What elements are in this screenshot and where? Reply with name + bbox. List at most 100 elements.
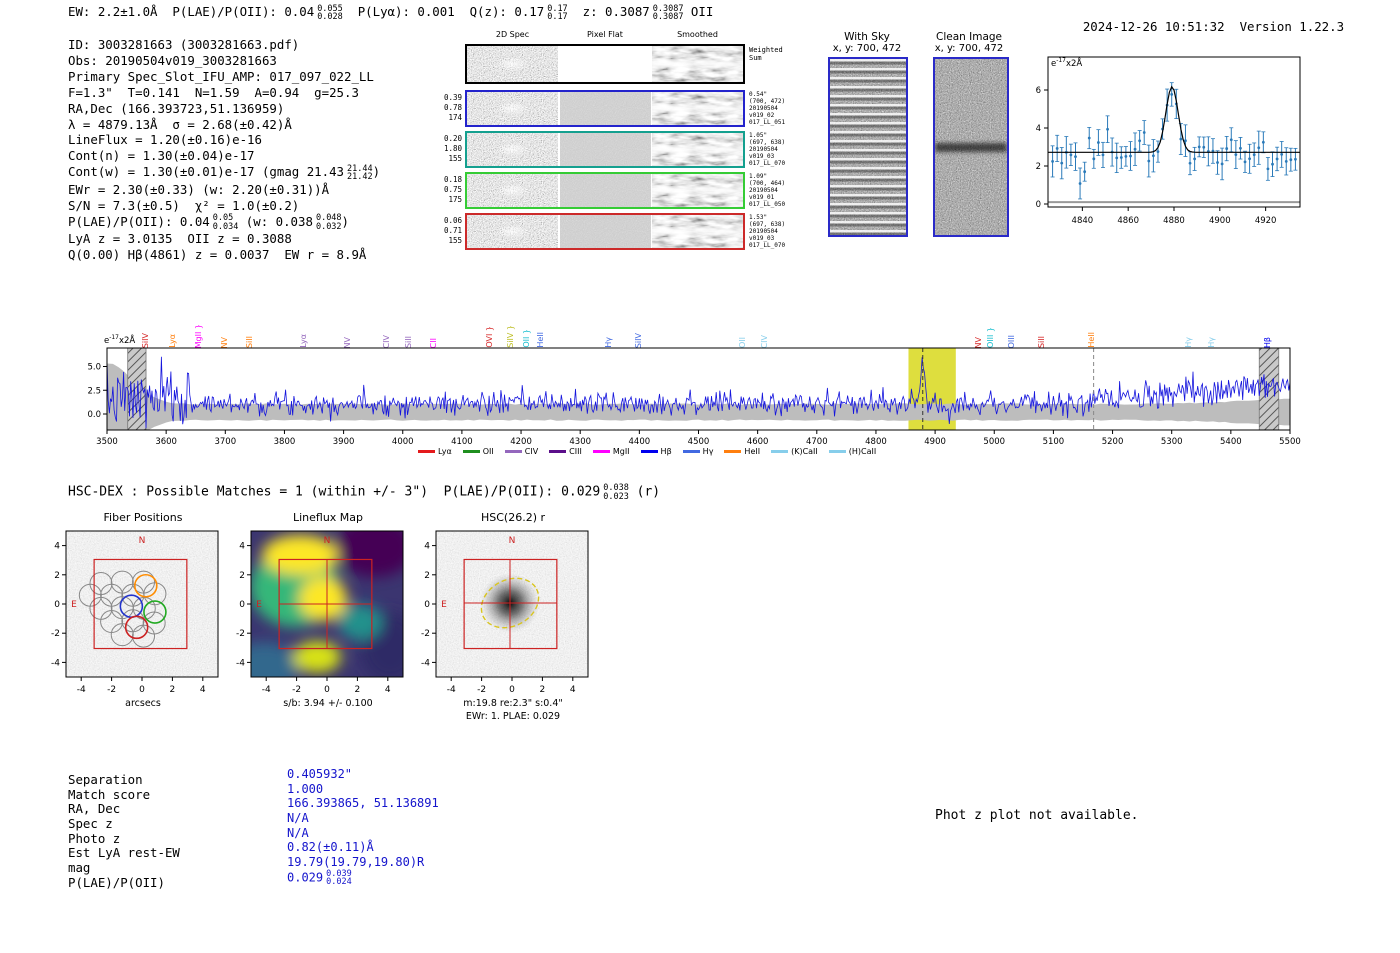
spec2d-strip-smooth [652,46,743,82]
match-row-label: P(LAE)/P(OII) [68,874,165,890]
legend-label: Lyα [438,447,452,456]
signal-blob [496,57,529,71]
match-row-value: 0.82(±0.11)Å [287,840,439,855]
spec2d-weighted-row [465,44,745,84]
x-tick-label: 4800 [865,437,887,447]
y-tick-label: 4 [239,542,245,552]
data-point [1170,93,1174,96]
fiber-info-line: 017_LL_070 [749,160,786,167]
spec2d-strip-flat [559,215,651,248]
clean-image [933,57,1009,237]
spec2d-strip-white [559,46,651,82]
fiber-info-line: v019_03 [749,153,775,160]
fiber-info-line: v019_01 [749,194,775,201]
stacked-uncertainty: 0.05 0.034 [213,214,239,231]
fiber-info-line: 20190504 [749,228,778,235]
spec2d-right-label: 1.09" (700, 464) 20190504 v019_01 017_LL_050 [749,173,785,208]
x-tick-label: 4600 [747,437,769,447]
data-point [1234,153,1238,157]
x-tick-label: 4200 [510,437,532,447]
band-overlay [652,56,743,72]
fiber-weight-line: 155 [448,154,462,163]
uncertainty-lo: 0.034 [212,221,239,232]
text-segment: N/A [287,825,309,840]
fiber-info-line: 017_LL_070 [749,242,786,249]
y-tick-label: 2.5 [87,386,101,396]
match-row-value: 1.000 [287,782,439,797]
x-tick-label: -2 [477,685,486,695]
weighted-label-line: Weighted [749,46,783,54]
legend-swatch [462,450,480,453]
match-row-value: N/A [287,811,439,826]
lineflux-blob [299,577,347,621]
lineflux-blob [293,641,341,673]
clean-image-coords: x, y: 700, 472 [934,43,1004,54]
spec2d-strip-smooth [652,174,743,207]
version-label: Version 1.22.3 [1239,19,1345,34]
x-tick-label: 4700 [806,437,828,447]
y-tick-label: 6 [1036,86,1041,96]
fiber-weight-line: 0.39 [443,93,462,102]
lineflux-blob [338,604,382,640]
text-segment: LineFlux = 1.20(±0.16)e-16 [68,132,262,148]
text-segment: (w: 0.038 [238,213,313,229]
data-point [1115,156,1119,160]
text-segment: OII [683,4,714,19]
north-label: N [324,536,331,546]
data-point [1280,153,1284,156]
uncertainty-lo: 21.42 [347,172,373,183]
weighted-label-line: Sum [749,54,762,62]
match-row-label: Separation [68,772,143,787]
y-tick-label: -4 [236,658,245,668]
lineflux-map-plot: N E 4 2 0 -2 -4 -4 -2 0 2 4 [236,530,404,695]
uncertainty-lo: 0.032 [315,221,342,232]
y-tick-label: 0 [1036,200,1041,210]
spec2d-strip-flat [559,92,651,125]
text-segment: λ = 4879.13Å σ = 2.68(±0.42)Å [68,116,292,132]
spec2d-right-label: 1.05" (697, 638) 20190504 v019_03 017_LL_070 [749,132,785,167]
line-fit-plot: 4840 4860 4880 4900 4920 0 2 4 6 [1036,56,1301,226]
data-point [1097,141,1100,144]
x-tick-label: 4900 [924,437,946,447]
spec2d-strip-spec [467,46,558,82]
fiber-info-line: v019_03 [749,235,775,242]
fiber-info-line: 20190504 [749,187,778,194]
data-point [1147,159,1151,163]
text-segment: 0.029 [287,870,324,885]
spec2d-strip-flat [559,133,651,166]
text-segment: 1.000 [287,781,324,796]
photz-note: Phot z plot not available. [935,808,1139,823]
x-tick-label: 4840 [1072,216,1094,226]
match-table-labels: Separation Match score RA, Dec Spec z Photo … [68,772,180,890]
spec2d-left-label: 0.18 0.75 175 [436,175,462,205]
x-tick-label: 3600 [155,437,177,447]
uncertainty-lo: 0.024 [326,877,352,888]
band-overlay [652,141,743,158]
match-row-value: 0.029 0.039 0.024 [287,870,439,887]
x-tick-label: -4 [447,685,456,695]
data-point [1083,170,1087,174]
summary-header-line: EW: 2.2±1.0Å P(LAE)/P(OII): 0.04 0.055 0.0… [68,4,713,22]
hsc-caption-2: EWr: 1. PLAE: 0.029 [465,711,561,722]
x-tick-label: 4400 [629,437,651,447]
stacked-uncertainty: 0.039 0.024 [326,870,352,887]
data-point [1092,157,1096,161]
band-overlay [652,223,743,240]
x-tick-label: 4 [200,685,206,695]
fiber-weight-line: 0.71 [443,226,462,235]
info-line: F=1.3" T=0.141 N=1.59 A=0.94 g=25.3 [68,85,380,101]
x-tick-label: 3500 [96,437,118,447]
text-segment: 0.405932" [287,767,353,781]
text-segment: EWr = 2.30(±0.33) (w: 2.20(±0.31))Å [68,181,330,197]
data-point [1266,167,1270,171]
fiber-info-line: 1.09" [749,173,768,180]
match-row-label: Spec z [68,815,113,831]
data-point [1229,138,1233,142]
data-point [1294,157,1297,161]
data-point [1289,158,1293,162]
legend-item: CIII [549,447,582,456]
legend-label: HeII [744,447,761,456]
x-tick-label: 2 [540,685,546,695]
spec2d-strip-smooth [652,92,743,125]
fiber-weight-line: 0.06 [443,216,462,225]
